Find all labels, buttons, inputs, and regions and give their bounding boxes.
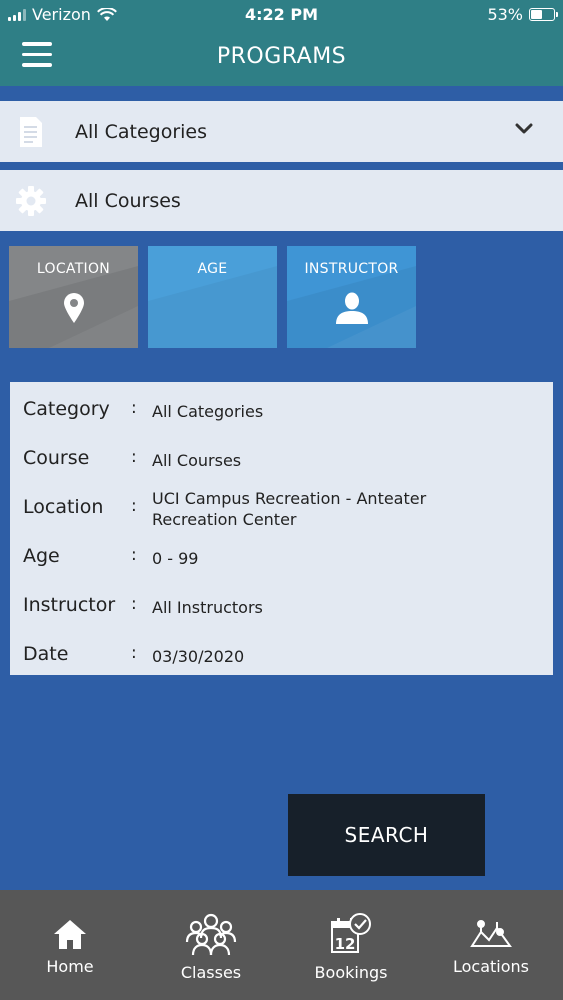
instructor-filter-tile[interactable]: INSTRUCTOR: [287, 246, 416, 348]
summary-value: All Instructors: [152, 598, 263, 617]
document-icon: [0, 116, 62, 148]
summary-separator: :: [131, 643, 137, 663]
map-pin-icon: [9, 292, 138, 324]
calendar-check-icon: 12: [281, 912, 421, 956]
summary-key: Date: [23, 643, 69, 665]
group-icon: [141, 912, 281, 956]
nav-label: Locations: [452, 957, 529, 976]
person-icon: [287, 292, 416, 324]
summary-separator: :: [131, 398, 137, 418]
summary-key: Location: [23, 496, 104, 518]
carrier-name: Verizon: [32, 5, 91, 24]
location-tile-label: LOCATION: [36, 261, 111, 277]
top-bar: Verizon 4:22 PM 53% PROGRAMS: [0, 0, 563, 86]
category-select-label: All Categories: [75, 120, 208, 143]
summary-key: Age: [23, 545, 60, 567]
category-select[interactable]: All Categories: [0, 101, 563, 162]
summary-key: Category: [23, 398, 110, 420]
nav-label: Home: [46, 957, 94, 976]
nav-item-bookings[interactable]: 12 Bookings: [281, 890, 421, 1000]
summary-separator: :: [131, 496, 137, 516]
nav-item-locations[interactable]: Locations: [421, 890, 561, 1000]
nav-label: Classes: [180, 963, 242, 982]
map-icon: [421, 920, 561, 950]
summary-separator: :: [131, 447, 137, 467]
gear-icon: [0, 185, 62, 217]
age-filter-tile[interactable]: AGE: [148, 246, 277, 348]
chevron-down-icon[interactable]: [515, 123, 533, 135]
signal-icon: [8, 8, 26, 21]
summary-value: 03/30/2020: [152, 647, 245, 666]
wifi-icon: [96, 7, 117, 21]
summary-key: Course: [23, 447, 90, 469]
bottom-nav: Home Classes 12 Bookings Locations: [0, 890, 563, 1000]
summary-separator: :: [131, 594, 137, 614]
battery-fill: [531, 10, 543, 19]
battery-icon: [529, 8, 558, 21]
summary-value: All Courses: [152, 451, 242, 470]
status-bar: Verizon 4:22 PM 53%: [0, 0, 563, 30]
nav-item-home[interactable]: Home: [0, 890, 140, 1000]
page-title: PROGRAMS: [216, 44, 347, 69]
location-filter-tile[interactable]: LOCATION: [9, 246, 138, 348]
battery-percent: 53%: [487, 5, 523, 24]
search-summary-card: Category : All Categories Course : All C…: [10, 382, 553, 675]
nav-label: Bookings: [314, 963, 388, 982]
instructor-tile-label: INSTRUCTOR: [304, 261, 399, 277]
summary-value: All Categories: [152, 402, 264, 421]
calendar-day: 12: [335, 935, 356, 953]
summary-separator: :: [131, 545, 137, 565]
battery-status: 53%: [487, 5, 558, 24]
carrier-info: Verizon: [8, 5, 117, 24]
search-button[interactable]: SEARCH: [288, 794, 485, 876]
home-icon: [0, 918, 140, 950]
hamburger-menu-icon[interactable]: [22, 42, 52, 70]
nav-item-classes[interactable]: Classes: [141, 890, 281, 1000]
course-select-label: All Courses: [75, 189, 181, 212]
summary-key: Instructor: [23, 594, 116, 616]
summary-value: 0 - 99: [152, 549, 199, 568]
course-select[interactable]: All Courses: [0, 170, 563, 231]
summary-value: UCI Campus Recreation - Anteater Recreat…: [152, 489, 427, 529]
age-tile-label: AGE: [197, 261, 228, 277]
